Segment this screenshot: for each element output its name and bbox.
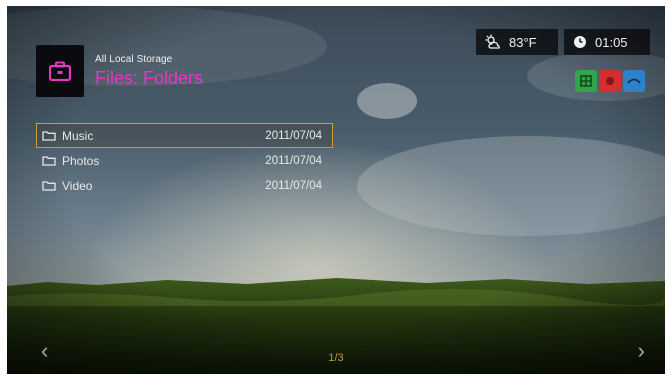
source-label: All Local Storage	[95, 53, 173, 65]
temperature-value: 83°F	[509, 34, 537, 50]
files-section-icon	[36, 45, 84, 97]
file-date: 2011/07/04	[265, 179, 322, 192]
file-row-photos[interactable]: Photos 2011/07/04	[36, 148, 333, 173]
weather-icon	[485, 34, 501, 50]
page-title: Files: Folders	[95, 67, 204, 88]
folder-icon	[42, 181, 56, 191]
next-page-arrow[interactable]: ›	[638, 340, 645, 362]
file-date: 2011/07/04	[265, 129, 322, 142]
clock-widget: 01:05	[564, 29, 650, 55]
color-key-bar	[575, 70, 645, 92]
file-row-video[interactable]: Video 2011/07/04	[36, 173, 333, 198]
folder-icon	[42, 156, 56, 166]
folder-icon	[42, 131, 56, 141]
time-value: 01:05	[595, 34, 628, 50]
media-player-screen: All Local Storage Files: Folders 83°F 01…	[7, 6, 665, 374]
header: All Local Storage Files: Folders	[36, 44, 203, 98]
briefcase-icon	[49, 61, 71, 81]
circle-icon	[606, 77, 614, 85]
file-name: Video	[62, 178, 93, 193]
file-name: Music	[62, 128, 94, 143]
red-key-button[interactable]	[599, 70, 621, 92]
file-name: Photos	[62, 153, 100, 168]
file-list: Music 2011/07/04 Photos 2011/07/04 Video…	[36, 123, 333, 198]
page-indicator: 1/3	[328, 352, 344, 364]
green-key-button[interactable]	[575, 70, 597, 92]
blue-key-button[interactable]	[623, 70, 645, 92]
grid-icon	[580, 75, 592, 87]
weather-widget: 83°F	[476, 29, 558, 55]
file-row-music[interactable]: Music 2011/07/04	[36, 123, 333, 148]
wave-icon	[627, 78, 641, 84]
file-date: 2011/07/04	[265, 154, 322, 167]
clock-icon	[573, 35, 587, 49]
